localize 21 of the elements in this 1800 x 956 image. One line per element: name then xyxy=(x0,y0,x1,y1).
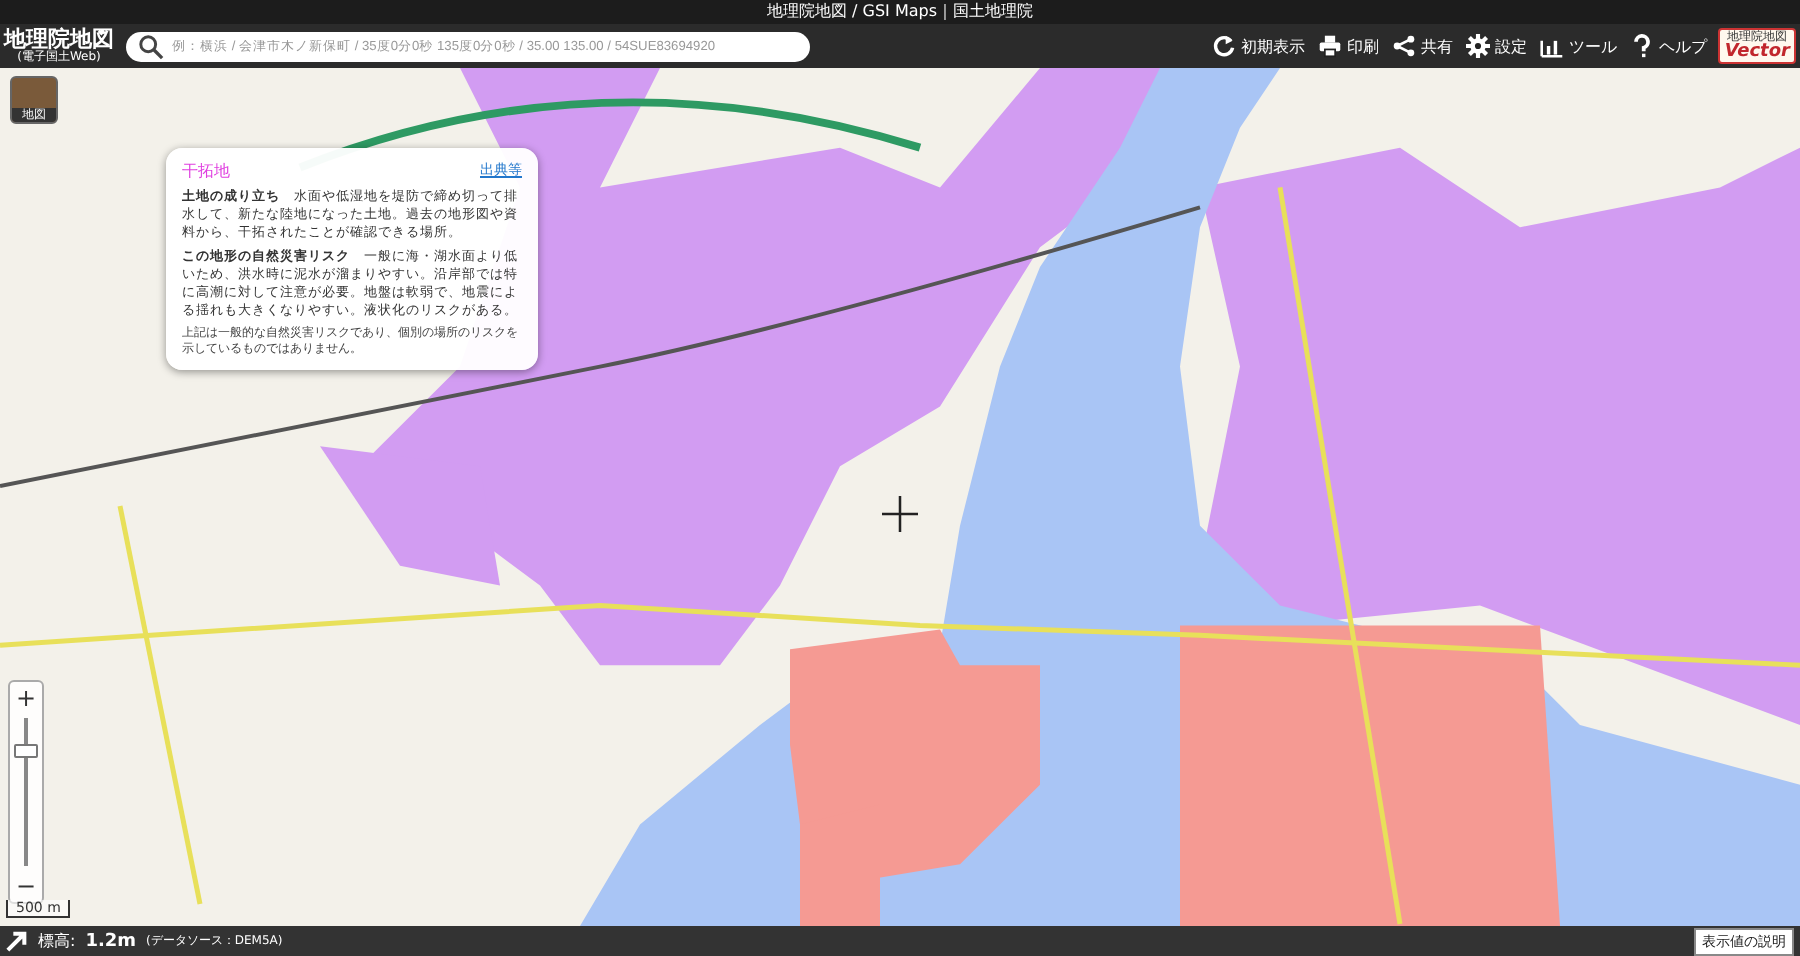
print-button[interactable]: 印刷 xyxy=(1318,34,1379,58)
popup-title: 干拓地 xyxy=(182,160,230,182)
settings-button[interactable]: 設定 xyxy=(1466,34,1527,58)
zoom-out-button[interactable]: − xyxy=(12,870,40,902)
refresh-icon xyxy=(1212,34,1237,58)
share-button[interactable]: 共有 xyxy=(1392,34,1453,58)
crosshair-icon xyxy=(882,496,918,532)
settings-icon xyxy=(1466,34,1491,58)
arrow-icon xyxy=(6,930,28,952)
window-title: 地理院地図 / GSI Maps｜国土地理院 xyxy=(766,2,1033,22)
tools-button[interactable]: ツール xyxy=(1540,34,1617,58)
help-icon xyxy=(1630,34,1655,58)
elevation-value: 1.2m xyxy=(85,931,137,951)
reset-view-button[interactable]: 初期表示 xyxy=(1212,34,1305,58)
zoom-slider-thumb[interactable] xyxy=(14,744,38,759)
zoom-in-button[interactable]: + xyxy=(12,682,40,714)
search-icon xyxy=(138,33,164,59)
share-icon xyxy=(1392,34,1417,58)
help-button[interactable]: ヘルプ xyxy=(1630,34,1707,58)
printer-icon xyxy=(1318,34,1343,58)
elevation-label: 標高: xyxy=(38,930,76,952)
